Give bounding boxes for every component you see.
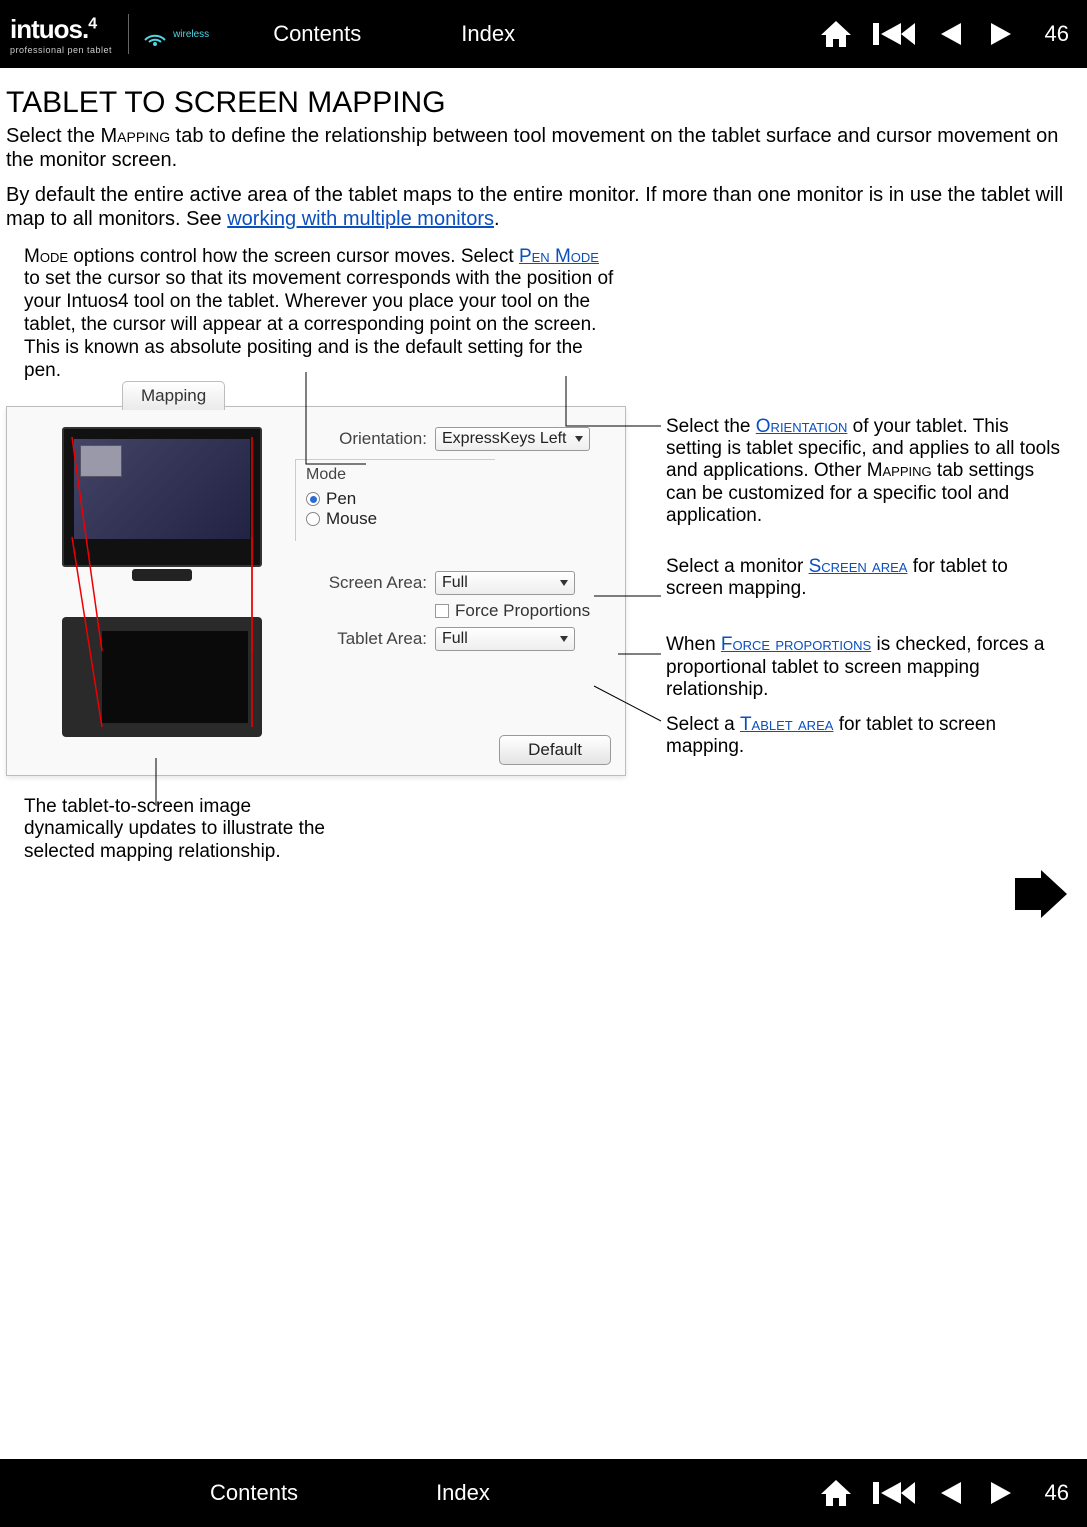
next-page-large-arrow[interactable]	[1011, 870, 1069, 918]
text: By default the entire active area of the…	[6, 184, 1063, 230]
force-proportions-callout: When Force proportions is checked, force…	[666, 634, 1066, 701]
logo-text: intuos.	[10, 14, 88, 44]
text: Select a	[666, 714, 740, 735]
screen-area-callout: Select a monitor Screen area for tablet …	[666, 556, 1066, 601]
screen-area-link[interactable]: Screen area	[809, 556, 908, 577]
right-callouts: Select the Orientation of your tablet. T…	[666, 416, 1066, 787]
next-page-icon[interactable]	[985, 19, 1019, 49]
top-header-bar: intuos.4 professional pen tablet wireles…	[0, 0, 1087, 68]
image-update-note: The tablet-to-screen image dynamically u…	[24, 796, 344, 864]
wireless-label: wireless	[173, 29, 209, 40]
first-page-icon[interactable]	[871, 19, 915, 49]
prev-page-icon[interactable]	[933, 1478, 967, 1508]
intro-para-1: Select the Mapping tab to define the rel…	[6, 124, 1075, 173]
index-link[interactable]: Index	[461, 21, 515, 47]
force-proportions-link[interactable]: Force proportions	[721, 634, 871, 655]
nav-icon-group: 46	[819, 19, 1069, 49]
multiple-monitors-link[interactable]: working with multiple monitors	[227, 208, 494, 230]
tablet-area-link[interactable]: Tablet area	[740, 714, 833, 735]
first-page-icon[interactable]	[871, 1478, 915, 1508]
logo-main: intuos.4	[10, 14, 96, 45]
text: .	[494, 208, 500, 230]
page-content: TABLET TO SCREEN MAPPING Select the Mapp…	[0, 68, 1087, 806]
text-smallcaps: Mapping	[101, 125, 171, 147]
text: When	[666, 634, 721, 655]
wifi-icon	[141, 20, 169, 48]
intro-para-2: By default the entire active area of the…	[6, 183, 1075, 232]
logo-suffix: 4	[88, 15, 96, 32]
contents-link[interactable]: Contents	[273, 21, 361, 47]
home-icon[interactable]	[819, 19, 853, 49]
footer-index-link[interactable]: Index	[436, 1480, 490, 1506]
text-smallcaps: Mapping	[867, 460, 932, 481]
tablet-area-callout: Select a Tablet area for tablet to scree…	[666, 714, 1066, 759]
text: Select a monitor	[666, 556, 809, 577]
footer-contents-link[interactable]: Contents	[210, 1480, 298, 1506]
footer-nav-icon-group: 46	[819, 1478, 1069, 1508]
next-page-icon[interactable]	[985, 1478, 1019, 1508]
home-icon[interactable]	[819, 1478, 853, 1508]
page-number: 46	[1045, 21, 1069, 47]
prev-page-icon[interactable]	[933, 19, 967, 49]
wireless-indicator: wireless	[141, 20, 209, 48]
bottom-footer-bar: Contents Index 46	[0, 1459, 1087, 1527]
divider	[128, 14, 129, 54]
logo-subtitle: professional pen tablet	[10, 45, 112, 55]
text: Select the	[666, 416, 756, 437]
logo: intuos.4 professional pen tablet	[10, 14, 112, 55]
orientation-callout: Select the Orientation of your tablet. T…	[666, 416, 1066, 528]
page-title: TABLET TO SCREEN MAPPING	[6, 86, 1075, 120]
callout-lines	[6, 246, 686, 806]
footer-page-number: 46	[1045, 1480, 1069, 1506]
text: Select the	[6, 125, 101, 147]
figure-area: Mode options control how the screen curs…	[6, 246, 1075, 806]
orientation-link[interactable]: Orientation	[756, 416, 848, 437]
